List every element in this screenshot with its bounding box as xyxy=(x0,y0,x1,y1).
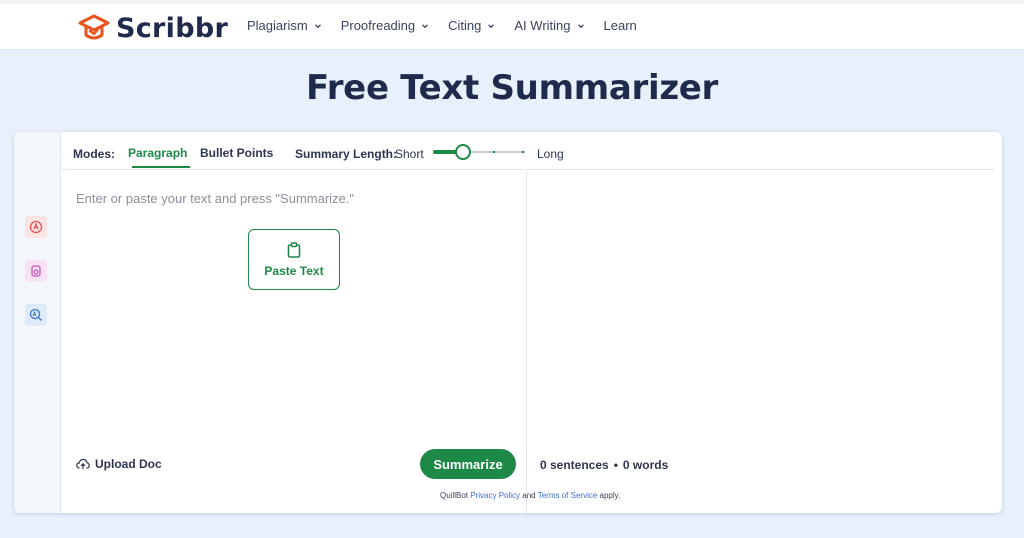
summary-length-long-label: Long xyxy=(537,147,564,161)
summarizer-card: Modes: Paragraph Bullet Points Summary L… xyxy=(14,132,1002,513)
active-tab-indicator xyxy=(132,166,190,168)
footnote-prefix: QuillBot xyxy=(440,491,469,500)
nav-item-label: AI Writing xyxy=(514,18,571,33)
scribbr-logo[interactable]: Scribbr xyxy=(76,10,228,46)
summary-length-label: Summary Length: xyxy=(295,147,398,161)
slider-step-dot xyxy=(522,151,524,153)
paste-text-label: Paste Text xyxy=(264,263,324,278)
nav-item-label: Proofreading xyxy=(340,18,416,33)
modes-toolbar: Modes: Paragraph Bullet Points Summary L… xyxy=(61,132,995,170)
paraphraser-tool-button[interactable] xyxy=(25,216,47,238)
clipboard-icon xyxy=(287,241,301,258)
paraphrase-icon xyxy=(29,220,43,234)
cloud-upload-icon xyxy=(76,458,90,469)
upload-doc-button[interactable]: Upload Doc xyxy=(76,457,162,471)
output-pane: 0 sentences • 0 words xyxy=(528,171,1002,513)
logo-text: Scribbr xyxy=(116,12,229,44)
word-count: 0 words xyxy=(622,458,669,472)
nav-item-ai-writing[interactable]: AI Writing xyxy=(514,18,584,33)
nav-item-label: Plagiarism xyxy=(247,18,308,33)
stats-separator: • xyxy=(613,458,618,472)
ai-detector-tool-button[interactable] xyxy=(25,304,47,326)
chevron-down-icon xyxy=(577,23,584,28)
chevron-down-icon xyxy=(422,23,429,28)
nav-item-plagiarism[interactable]: Plagiarism xyxy=(247,18,322,33)
tool-sidebar xyxy=(14,132,61,513)
top-navbar: Scribbr Plagiarism Proofreading Citing AI W… xyxy=(0,0,1024,50)
summary-length-slider[interactable] xyxy=(433,144,525,160)
tab-paragraph[interactable]: Paragraph xyxy=(128,146,187,160)
privacy-policy-link[interactable]: Privacy Policy xyxy=(470,491,520,500)
nav-item-label: Learn xyxy=(603,18,637,33)
ai-detector-icon xyxy=(29,308,42,321)
slider-thumb[interactable] xyxy=(455,144,472,160)
upload-doc-label: Upload Doc xyxy=(95,457,162,471)
summary-stats: 0 sentences • 0 words xyxy=(540,458,668,472)
summarize-button[interactable]: Summarize xyxy=(420,449,516,479)
grammar-tool-button[interactable] xyxy=(25,260,47,282)
input-pane[interactable]: Enter or paste your text and press "Summ… xyxy=(61,171,620,513)
modes-label: Modes: xyxy=(73,147,115,161)
nav-item-learn[interactable]: Learn xyxy=(604,18,637,33)
grammar-icon xyxy=(31,265,41,277)
nav-item-label: Citing xyxy=(448,18,482,33)
main-nav: Plagiarism Proofreading Citing AI Writing Le… xyxy=(247,18,656,33)
text-input-placeholder[interactable]: Enter or paste your text and press "Summ… xyxy=(76,191,354,206)
chevron-down-icon xyxy=(488,23,495,28)
sentence-count: 0 sentences xyxy=(540,458,609,472)
graduation-cap-icon xyxy=(78,14,110,40)
summary-length-short-label: Short xyxy=(395,147,424,161)
paste-text-button[interactable]: Paste Text xyxy=(248,229,340,290)
tab-bullet-points[interactable]: Bullet Points xyxy=(200,146,273,160)
chevron-down-icon xyxy=(314,23,321,28)
page-title: Free Text Summarizer xyxy=(305,68,719,108)
nav-item-proofreading[interactable]: Proofreading xyxy=(341,18,429,33)
nav-item-citing[interactable]: Citing xyxy=(448,18,495,33)
slider-step-dot xyxy=(493,151,495,153)
